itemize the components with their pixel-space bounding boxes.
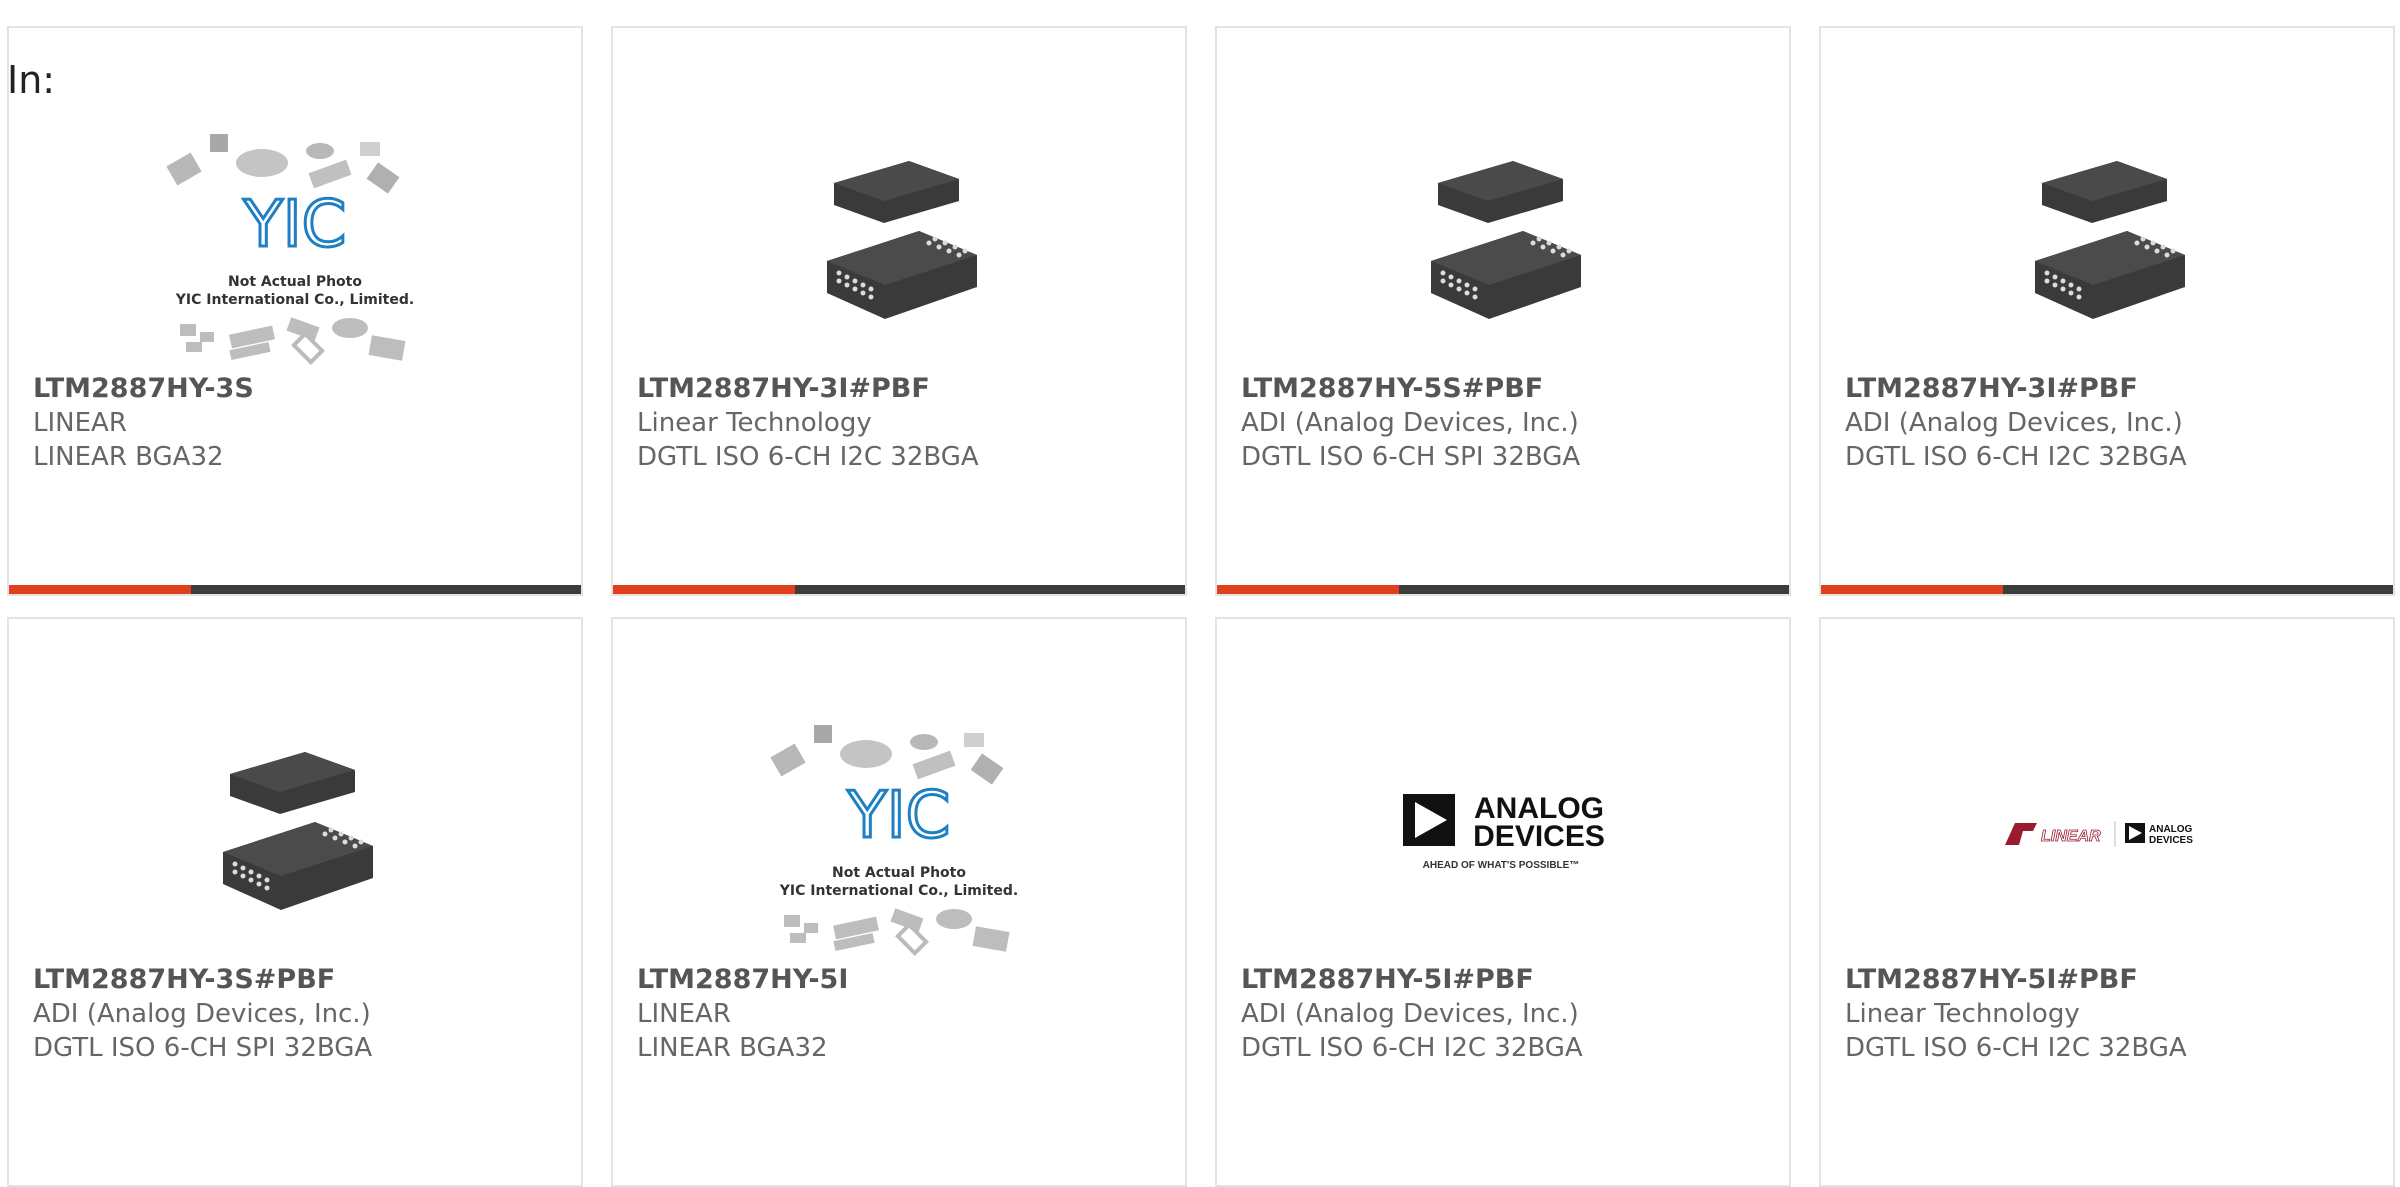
part-number[interactable]: LTM2887HY-5I#PBF <box>1241 962 1773 997</box>
card-bar-accent <box>9 585 191 594</box>
part-number[interactable]: LTM2887HY-3I#PBF <box>1845 371 2377 406</box>
product-card[interactable]: LTM2887HY-3I#PBF ADI (Analog Devices, In… <box>1819 26 2395 596</box>
placeholder-company: YIC International Co., Limited. <box>779 883 1018 899</box>
placeholder-note: Not Actual Photo <box>832 865 966 881</box>
product-card[interactable]: YIC Not Actual Photo YIC International C… <box>7 26 583 596</box>
part-number[interactable]: LTM2887HY-5I#PBF <box>1845 962 2377 997</box>
description: LINEAR BGA32 <box>637 1033 828 1063</box>
product-card[interactable]: ANALOG DEVICES AHEAD OF WHAT'S POSSIBLE™… <box>1215 617 1791 1187</box>
placeholder-photo: YIC Not Actual Photo YIC International C… <box>770 725 1018 956</box>
bga-chip-image <box>223 752 373 910</box>
yic-logo: YIC <box>243 188 347 262</box>
product-image[interactable] <box>9 689 581 979</box>
yic-logo: YIC <box>847 779 951 853</box>
card-bar <box>1821 585 2393 594</box>
placeholder-photo: YIC Not Actual Photo YIC International C… <box>166 134 414 365</box>
description: DGTL ISO 6-CH I2C 32BGA <box>1845 1033 2187 1063</box>
linear-logo-text: LINEAR <box>2041 828 2101 845</box>
bga-chip-image <box>1431 161 1581 319</box>
manufacturer: LINEAR <box>33 408 127 438</box>
card-bar <box>613 585 1185 594</box>
manufacturer: ADI (Analog Devices, Inc.) <box>1241 408 1579 438</box>
product-image[interactable]: YIC Not Actual Photo YIC International C… <box>9 98 581 388</box>
description: DGTL ISO 6-CH SPI 32BGA <box>33 1033 373 1063</box>
part-number[interactable]: LTM2887HY-3I#PBF <box>637 371 1169 406</box>
bga-chip-image <box>827 161 977 319</box>
product-card[interactable]: YIC Not Actual Photo YIC International C… <box>611 617 1187 1187</box>
placeholder-note: Not Actual Photo <box>228 274 362 290</box>
part-number[interactable]: LTM2887HY-3S <box>33 371 565 406</box>
adi-small-line1: ANALOG <box>2149 824 2193 835</box>
product-image[interactable]: LINEAR ANALOG DEVICES <box>1821 689 2393 979</box>
part-number[interactable]: LTM2887HY-3S#PBF <box>33 962 565 997</box>
description: DGTL ISO 6-CH SPI 32BGA <box>1241 442 1581 472</box>
product-image[interactable] <box>613 98 1185 388</box>
product-image[interactable]: ANALOG DEVICES AHEAD OF WHAT'S POSSIBLE™ <box>1217 689 1789 979</box>
analog-devices-logo: ANALOG DEVICES AHEAD OF WHAT'S POSSIBLE™ <box>1403 792 1605 871</box>
part-number[interactable]: LTM2887HY-5I <box>637 962 1169 997</box>
in-label: In: <box>7 58 56 102</box>
manufacturer: ADI (Analog Devices, Inc.) <box>1845 408 2183 438</box>
product-card[interactable]: LTM2887HY-3S#PBF ADI (Analog Devices, In… <box>7 617 583 1187</box>
product-image[interactable] <box>1821 98 2393 388</box>
product-card[interactable]: LTM2887HY-3I#PBF Linear Technology DGTL … <box>611 26 1187 596</box>
part-number[interactable]: LTM2887HY-5S#PBF <box>1241 371 1773 406</box>
product-card[interactable]: LINEAR ANALOG DEVICES LTM2887HY-5I#PBF L… <box>1819 617 2395 1187</box>
card-bar <box>9 585 581 594</box>
placeholder-company: YIC International Co., Limited. <box>175 292 414 308</box>
card-bar-accent <box>1217 585 1399 594</box>
adi-small-line2: DEVICES <box>2149 835 2193 846</box>
product-image[interactable]: YIC Not Actual Photo YIC International C… <box>613 689 1185 979</box>
card-bar-accent <box>1821 585 2003 594</box>
card-bar-accent <box>613 585 795 594</box>
bga-chip-image <box>2035 161 2185 319</box>
manufacturer: ADI (Analog Devices, Inc.) <box>33 999 371 1029</box>
product-card[interactable]: LTM2887HY-5S#PBF ADI (Analog Devices, In… <box>1215 26 1791 596</box>
manufacturer: ADI (Analog Devices, Inc.) <box>1241 999 1579 1029</box>
description: DGTL ISO 6-CH I2C 32BGA <box>1845 442 2187 472</box>
manufacturer: Linear Technology <box>1845 999 2080 1029</box>
card-bar <box>1217 585 1789 594</box>
manufacturer: LINEAR <box>637 999 731 1029</box>
adi-logo-tagline: AHEAD OF WHAT'S POSSIBLE™ <box>1423 860 1580 871</box>
manufacturer: Linear Technology <box>637 408 872 438</box>
description: DGTL ISO 6-CH I2C 32BGA <box>1241 1033 1583 1063</box>
adi-logo-line2: DEVICES <box>1473 820 1605 853</box>
description: LINEAR BGA32 <box>33 442 224 472</box>
product-image[interactable] <box>1217 98 1789 388</box>
linear-adi-logo: LINEAR ANALOG DEVICES <box>2005 821 2193 847</box>
description: DGTL ISO 6-CH I2C 32BGA <box>637 442 979 472</box>
